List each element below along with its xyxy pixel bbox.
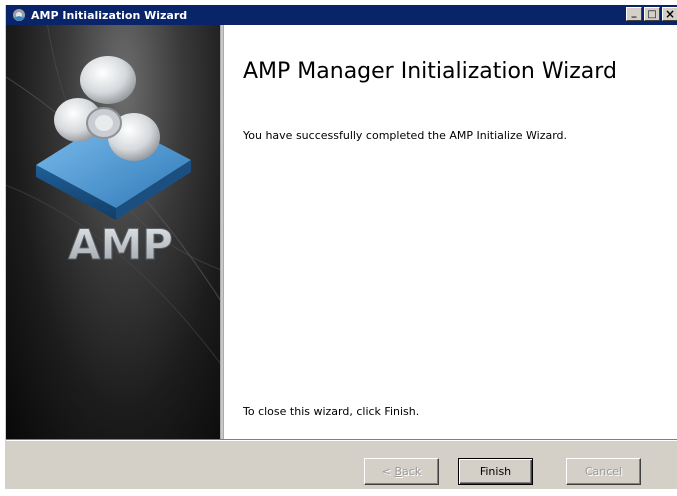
- wizard-window: AMP Initialization Wizard _ □ × AMP AMP …: [5, 5, 677, 489]
- title-bar[interactable]: AMP Initialization Wizard _ □ ×: [6, 5, 677, 25]
- cancel-button[interactable]: Cancel: [566, 458, 641, 485]
- close-icon: ×: [664, 7, 676, 21]
- svg-text:AMP: AMP: [68, 220, 173, 269]
- back-button-rest: ack: [402, 465, 422, 478]
- close-instruction: To close this wizard, click Finish.: [243, 405, 420, 418]
- cancel-button-label: Cancel: [584, 465, 623, 478]
- maximize-icon: □: [647, 8, 657, 20]
- amp-logo-graphic: AMP: [6, 25, 220, 364]
- wizard-content: AMP Manager Initialization Wizard You ha…: [224, 25, 677, 439]
- finish-button-label: Finish: [479, 465, 512, 478]
- minimize-button[interactable]: _: [626, 7, 642, 21]
- window-title: AMP Initialization Wizard: [31, 8, 188, 22]
- minimize-icon: _: [631, 6, 637, 18]
- app-icon: [11, 7, 27, 23]
- title-buttons: _ □ ×: [626, 7, 677, 21]
- page-title: AMP Manager Initialization Wizard: [243, 59, 617, 84]
- wizard-side-graphic: AMP: [6, 25, 220, 439]
- close-button[interactable]: ×: [662, 7, 677, 21]
- back-button-mnemonic: B: [394, 465, 403, 478]
- maximize-button[interactable]: □: [644, 7, 660, 21]
- finish-button[interactable]: Finish: [458, 458, 533, 485]
- completion-message: You have successfully completed the AMP …: [243, 129, 568, 142]
- button-bar: < Back Finish Cancel: [6, 439, 677, 489]
- back-button-prefix: <: [381, 465, 395, 478]
- back-button[interactable]: < Back: [364, 458, 439, 485]
